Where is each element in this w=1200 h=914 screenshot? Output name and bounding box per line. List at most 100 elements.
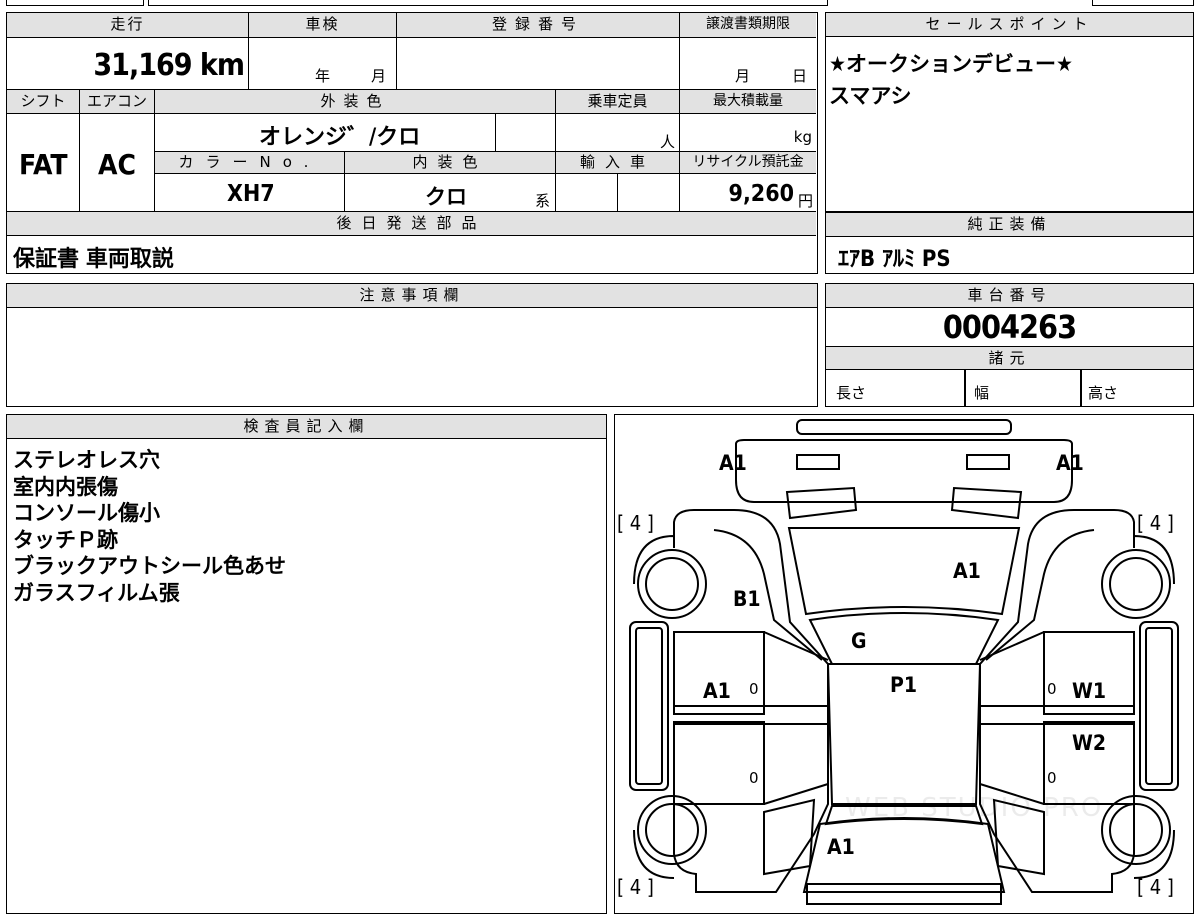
shift-value-cell: FAT [7, 114, 80, 212]
car-diagram [628, 418, 1179, 905]
mark-rear: A1 [827, 835, 855, 859]
import-header: 輸入車 [556, 152, 680, 174]
top-strip-right [1092, 0, 1194, 6]
headlight-left [795, 453, 840, 470]
top-strip-mid [148, 0, 828, 6]
recycle-header: リサイクル預託金 [680, 152, 816, 174]
spec-width-label: 幅 [974, 384, 990, 402]
tire-mark-rear-left: [ 4 ] [617, 875, 654, 899]
aircon-value: AC [98, 148, 136, 181]
wheel-front-right [1100, 548, 1171, 619]
color-no-header: カラーNo. [155, 152, 345, 174]
exterior-color-extra-cell [496, 114, 556, 152]
front-bumper-bar [795, 418, 1012, 435]
mileage-header: 走行 [7, 13, 249, 38]
left-rocker-inner [634, 626, 663, 785]
shaken-header: 車検 [249, 13, 397, 38]
interior-color-value-cell: クロ 系 [345, 174, 556, 212]
tire-mark-front-right: [ 4 ] [1137, 511, 1174, 535]
shift-header: シフト [7, 90, 80, 114]
inspector-notes-header: 検査員記入欄 [7, 415, 606, 439]
max-load-value-cell: kg [680, 114, 816, 152]
door-zero-lr: 0 [749, 769, 759, 787]
wheel-front-right-inner [1108, 556, 1163, 611]
headlight-right [965, 453, 1010, 470]
exterior-color-value: オレンジ゛/クロ [259, 125, 421, 150]
arch-front-right [1132, 534, 1175, 584]
mileage-value-cell: 31,169 km [7, 38, 249, 90]
exterior-color-header: 外装色 [155, 90, 556, 114]
capacity-value-cell: 人 [556, 114, 680, 152]
sales-points-box: セールスポイント ★オークションデビュー★ スマアシ [825, 12, 1194, 212]
car-diagram-box: A1 A1 A1 B1 G P1 A1 W1 W2 A1 0 0 0 0 [ 4… [614, 414, 1194, 914]
wheel-rear-right-inner [1108, 802, 1163, 857]
notes-box: 注意事項欄 [6, 283, 818, 407]
mark-left-front-fender: B1 [733, 587, 761, 611]
mark-windshield: G [851, 629, 867, 653]
interior-color-suffix: 系 [535, 192, 551, 210]
tire-mark-front-left: [ 4 ] [617, 511, 654, 535]
inspector-line-6: ガラスフィルム張 [13, 581, 180, 605]
notes-header: 注意事項欄 [7, 284, 817, 308]
interior-color-value: クロ [425, 185, 467, 209]
max-load-header: 最大積載量 [680, 90, 816, 114]
wheel-rear-left [636, 794, 707, 865]
arch-rear-left [632, 829, 674, 879]
watermark: WEB STUDIO PRO [845, 793, 1104, 823]
standard-equipment-header: 純正装備 [826, 213, 1193, 237]
inspector-notes-box: 検査員記入欄 ステレオレス穴 室内内張傷 コンソール傷小 タッチＰ跡 ブラックア… [6, 414, 607, 914]
wheel-front-left-inner [644, 556, 699, 611]
arch-rear-right [1133, 829, 1175, 879]
aircon-header: エアコン [80, 90, 155, 114]
vehicle-info-table: 走行 車検 登録番号 譲渡書類期限 31,169 km 年 月 月 日 シフト … [6, 12, 818, 274]
door-zero-rr: 0 [1047, 769, 1057, 787]
registration-value-cell [397, 38, 680, 90]
spec-divider-1 [964, 370, 966, 406]
wheel-rear-right [1100, 794, 1171, 865]
aircon-value-cell: AC [80, 114, 155, 212]
standard-equipment-value: ｴｱB ｱﾙﾐ PS [838, 247, 951, 272]
spec-divider-2 [1080, 370, 1082, 406]
shaken-year-unit: 年 [315, 67, 331, 85]
specs-header: 諸元 [826, 346, 1193, 370]
deadline-day-unit: 日 [792, 67, 808, 85]
mark-right-rear-door: W2 [1072, 731, 1106, 755]
shaken-month-unit: 月 [371, 67, 387, 85]
arch-front-left [632, 534, 675, 584]
import-value-cell-2 [618, 174, 680, 212]
import-value-cell-1 [556, 174, 618, 212]
inspector-line-5: ブラックアウトシール色あせ [13, 554, 286, 578]
rear-bumper-bar [805, 882, 1002, 905]
recycle-value-cell: 9,260 円 [680, 174, 816, 212]
chassis-number: 0004263 [942, 308, 1077, 346]
wheel-rear-left-inner [644, 802, 699, 857]
deadline-month-unit: 月 [735, 67, 751, 85]
mark-hood: A1 [953, 559, 981, 583]
capacity-unit: 人 [659, 133, 675, 151]
mark-front-left: A1 [719, 451, 747, 475]
exterior-color-value-cell: オレンジ゛/クロ [155, 114, 496, 152]
door-zero-rf: 0 [1047, 680, 1057, 698]
mark-roof: P1 [890, 673, 917, 697]
standard-equipment-box: 純正装備 ｴｱB ｱﾙﾐ PS [825, 212, 1194, 274]
tire-mark-rear-right: [ 4 ] [1137, 875, 1174, 899]
mark-left-front-door: A1 [703, 679, 731, 703]
color-no-value: XH7 [227, 181, 275, 207]
recycle-value: 9,260 [728, 181, 794, 207]
left-rear-quarter [762, 798, 815, 875]
mark-right-front-door: W1 [1072, 679, 1106, 703]
chassis-header: 車台番号 [826, 284, 1193, 308]
left-door-line-2 [763, 782, 828, 805]
spec-length-label: 長さ [836, 384, 867, 402]
top-strip-left [6, 0, 144, 6]
registration-header: 登録番号 [397, 13, 680, 38]
load-unit: kg [793, 128, 812, 146]
sales-point-line-1: ★オークションデビュー★ [829, 52, 1073, 76]
mileage-value: 31,169 km [93, 48, 245, 83]
interior-color-header: 内装色 [345, 152, 556, 174]
shaken-value-cell: 年 月 [249, 38, 397, 90]
shift-value: FAT [19, 148, 68, 181]
spec-height-label: 高さ [1088, 384, 1119, 402]
sales-point-line-2: スマアシ [829, 84, 912, 108]
left-rear-door [672, 720, 765, 805]
